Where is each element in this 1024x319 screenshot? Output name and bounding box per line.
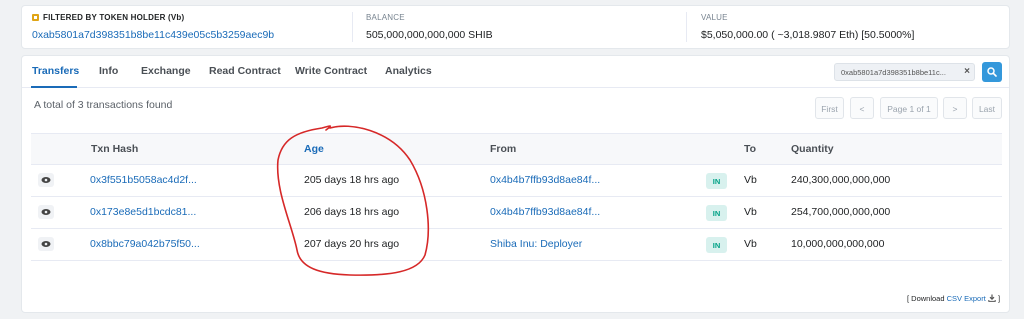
txn-age: 206 days 18 hrs ago bbox=[304, 206, 400, 218]
csv-export-prefix: [ Download bbox=[907, 294, 945, 303]
tab-info[interactable]: Info bbox=[99, 65, 118, 77]
to-address: Vb bbox=[744, 206, 757, 218]
stat-divider bbox=[352, 12, 353, 42]
direction-in-badge: IN bbox=[706, 237, 727, 253]
txn-hash-link[interactable]: 0x3f551b5058ac4d2f... bbox=[90, 174, 197, 186]
pagination-first-button[interactable]: First bbox=[815, 97, 844, 119]
txn-quantity: 10,000,000,000,000 bbox=[791, 238, 885, 250]
csv-export: [ Download CSV Export ] bbox=[907, 294, 1001, 303]
direction-in-badge: IN bbox=[706, 173, 727, 189]
tab-exchange[interactable]: Exchange bbox=[141, 65, 191, 77]
address-filter-text: 0xab5801a7d398351b8be11c... bbox=[841, 68, 946, 77]
download-icon bbox=[988, 294, 996, 302]
txn-quantity: 254,700,000,000,000 bbox=[791, 206, 891, 218]
txn-age: 205 days 18 hrs ago bbox=[304, 174, 400, 186]
txn-hash-link[interactable]: 0x173e8e5d1bcdc81... bbox=[90, 206, 196, 218]
holder-address-link[interactable]: 0xab5801a7d398351b8be11c439e05c5b3259aec… bbox=[32, 29, 274, 41]
csv-export-link[interactable]: CSV Export bbox=[947, 294, 986, 303]
header-txn-hash: Txn Hash bbox=[91, 143, 139, 155]
eye-icon[interactable] bbox=[38, 205, 54, 219]
tab-write-contract[interactable]: Write Contract bbox=[295, 65, 367, 77]
direction-in-badge: IN bbox=[706, 205, 727, 221]
holder-filter-stat: FILTERED BY TOKEN HOLDER (Vb) 0xab5801a7… bbox=[32, 6, 352, 48]
search-button[interactable] bbox=[982, 62, 1002, 82]
tab-read-contract[interactable]: Read Contract bbox=[209, 65, 281, 77]
value-amount: $5,050,000.00 ( ~3,018.9807 Eth) [50.500… bbox=[701, 29, 915, 41]
table-row: 0x173e8e5d1bcdc81... 206 days 18 hrs ago… bbox=[31, 197, 1002, 229]
close-icon[interactable]: × bbox=[964, 66, 970, 77]
tab-bar: Transfers Info Exchange Read Contract Wr… bbox=[22, 56, 1009, 88]
table-row: 0x3f551b5058ac4d2f... 205 days 18 hrs ag… bbox=[31, 165, 1002, 197]
to-address: Vb bbox=[744, 174, 757, 186]
value-label: VALUE bbox=[701, 13, 728, 22]
from-address-link[interactable]: 0x4b4b7ffb93d8ae84f... bbox=[490, 174, 600, 186]
balance-label: BALANCE bbox=[366, 13, 405, 22]
address-filter-chip[interactable]: 0xab5801a7d398351b8be11c... × bbox=[834, 63, 975, 81]
active-tab-indicator bbox=[31, 86, 77, 88]
to-address: Vb bbox=[744, 238, 757, 250]
pagination-next-button[interactable]: > bbox=[943, 97, 967, 119]
from-address-link[interactable]: 0x4b4b7ffb93d8ae84f... bbox=[490, 206, 600, 218]
search-icon bbox=[987, 67, 997, 77]
pagination-page-info: Page 1 of 1 bbox=[880, 97, 938, 119]
txn-quantity: 240,300,000,000,000 bbox=[791, 174, 891, 186]
header-quantity: Quantity bbox=[791, 143, 834, 155]
filter-icon bbox=[32, 14, 39, 21]
token-holder-summary-card: FILTERED BY TOKEN HOLDER (Vb) 0xab5801a7… bbox=[21, 5, 1010, 49]
header-age[interactable]: Age bbox=[304, 143, 324, 155]
tab-transfers[interactable]: Transfers bbox=[32, 65, 79, 77]
transaction-count-text: A total of 3 transactions found bbox=[34, 99, 173, 111]
txn-hash-link[interactable]: 0x8bbc79a042b75f50... bbox=[90, 238, 200, 250]
holder-filter-label: FILTERED BY TOKEN HOLDER (Vb) bbox=[43, 13, 185, 22]
stat-divider bbox=[686, 12, 687, 42]
eye-icon[interactable] bbox=[38, 173, 54, 187]
transfers-card: Transfers Info Exchange Read Contract Wr… bbox=[21, 55, 1010, 313]
pagination-prev-button[interactable]: < bbox=[850, 97, 874, 119]
balance-stat: BALANCE 505,000,000,000,000 SHIB bbox=[366, 6, 686, 48]
balance-value: 505,000,000,000,000 SHIB bbox=[366, 29, 493, 41]
txn-age: 207 days 20 hrs ago bbox=[304, 238, 400, 250]
table-row: 0x8bbc79a042b75f50... 207 days 20 hrs ag… bbox=[31, 229, 1002, 261]
header-from: From bbox=[490, 143, 517, 155]
pagination-last-button[interactable]: Last bbox=[972, 97, 1002, 119]
tab-analytics[interactable]: Analytics bbox=[385, 65, 432, 77]
value-stat: VALUE $5,050,000.00 ( ~3,018.9807 Eth) [… bbox=[701, 6, 1001, 48]
eye-icon[interactable] bbox=[38, 237, 54, 251]
from-address-link[interactable]: Shiba Inu: Deployer bbox=[490, 238, 582, 250]
header-to: To bbox=[744, 143, 757, 155]
table-header: Txn Hash Age From To Quantity bbox=[31, 133, 1002, 165]
